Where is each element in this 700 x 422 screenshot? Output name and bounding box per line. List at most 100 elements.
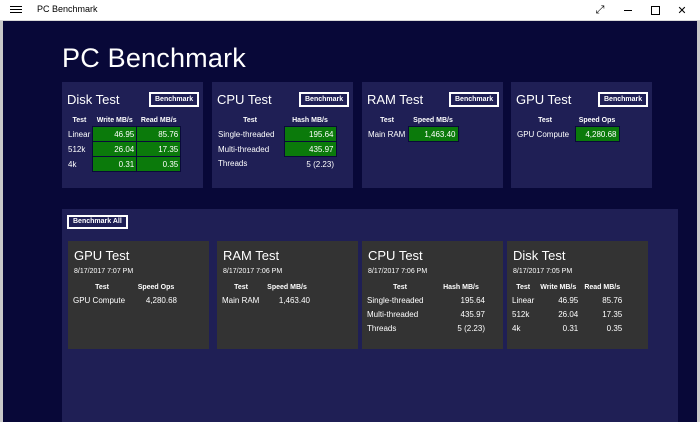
result-title: GPU Test [74, 248, 130, 263]
test-name: Threads [367, 323, 397, 333]
cpu-result-card: CPU Test 8/17/2017 7:06 PM Test Hash MB/… [362, 241, 503, 349]
write-value: 46.95 [92, 126, 138, 142]
column-header: Speed Ops [137, 284, 175, 291]
read-value: 17.35 [602, 309, 623, 319]
table-row: GPU Compute 4,280.68 [515, 126, 620, 142]
test-name: GPU Compute [517, 129, 570, 139]
ram-result-card: RAM Test 8/17/2017 7:06 PM Test Speed MB… [217, 241, 358, 349]
cpu-history-table: Test Hash MB/s Single-threaded 195.64 Mu… [365, 282, 487, 335]
test-name: Single-threaded [367, 295, 424, 305]
ram-history-table: Test Speed MB/s Main RAM 1,463.40 [220, 282, 312, 307]
test-name: Single-threaded [218, 129, 275, 139]
table-row: Main RAM 1,463.40 [366, 126, 459, 142]
result-timestamp: 8/17/2017 7:06 PM [223, 268, 283, 275]
column-header: Test [516, 284, 531, 291]
gpu-test-card: GPU Test Benchmark Test Speed Ops GPU Co… [511, 82, 652, 188]
column-header: Read MB/s [140, 117, 177, 124]
benchmark-all-button[interactable]: Benchmark All [67, 215, 128, 229]
write-value: 0.31 [92, 156, 138, 172]
card-title: Disk Test [67, 92, 120, 107]
disk-result-card: Disk Test 8/17/2017 7:05 PM Test Write M… [507, 241, 648, 349]
result-title: RAM Test [223, 248, 280, 263]
test-name: 4k [68, 159, 77, 169]
read-value: 85.76 [602, 295, 623, 305]
gpu-result-card: GPU Test 8/17/2017 7:07 PM Test Speed Op… [68, 241, 209, 349]
ops-value: 4,280.68 [145, 295, 177, 305]
expand-icon[interactable]: ⤢ [586, 0, 614, 20]
maximize-button[interactable] [641, 0, 669, 20]
hamburger-menu-icon[interactable] [10, 4, 22, 16]
column-header: Speed MB/s [413, 117, 453, 124]
result-title: Disk Test [513, 248, 566, 263]
test-name: Threads [218, 159, 248, 169]
table-row: Multi-threaded 435.97 [216, 141, 337, 157]
table-row: Multi-threaded 435.97 [365, 307, 487, 321]
write-value: 26.04 [92, 141, 138, 157]
test-name: Main RAM [222, 295, 260, 305]
table-row: Main RAM 1,463.40 [220, 293, 312, 307]
test-name: 4k [512, 323, 521, 333]
cpu-test-card: CPU Test Benchmark Test Hash MB/s Single… [212, 82, 353, 188]
column-header: Read MB/s [584, 284, 621, 291]
table-row: GPU Compute 4,280.68 [71, 293, 179, 307]
read-value: 17.35 [136, 141, 182, 157]
disk-benchmark-button[interactable]: Benchmark [149, 92, 200, 107]
write-value: 46.95 [558, 295, 579, 305]
column-header: Test [538, 117, 552, 125]
table-row: Single-threaded 195.64 [216, 126, 337, 142]
test-name: Multi-threaded [367, 309, 419, 319]
test-name: 512k [68, 144, 86, 154]
cpu-benchmark-button[interactable]: Benchmark [299, 92, 350, 107]
hash-value: 435.97 [283, 141, 337, 157]
column-header: Test [393, 284, 407, 291]
test-name: Linear [512, 295, 535, 305]
column-header: Test [243, 117, 257, 125]
disk-test-card: Disk Test Benchmark Test Write MB/s Read… [62, 82, 203, 188]
card-title: GPU Test [516, 92, 572, 107]
window-title: PC Benchmark [37, 4, 98, 14]
close-button[interactable]: ✕ [668, 0, 696, 20]
column-header: Test [72, 117, 87, 125]
column-header: Test [95, 284, 109, 291]
card-title: RAM Test [367, 92, 424, 107]
maximize-icon [650, 5, 660, 15]
result-timestamp: 8/17/2017 7:05 PM [513, 268, 573, 275]
result-timestamp: 8/17/2017 7:07 PM [74, 268, 134, 275]
card-title: CPU Test [217, 92, 272, 107]
write-value: 26.04 [558, 309, 579, 319]
column-header: Write MB/s [96, 117, 133, 124]
test-name: Main RAM [368, 129, 406, 139]
table-row: Threads 5 (2.23) [365, 321, 487, 335]
speed-value: 1,463.40 [278, 295, 310, 305]
test-name: Linear [68, 129, 91, 139]
cpu-results-table: Test Hash MB/s Single-threaded 195.64 Mu… [216, 115, 337, 171]
test-name: Multi-threaded [218, 144, 270, 154]
gpu-benchmark-button[interactable]: Benchmark [598, 92, 649, 107]
threads-value: 5 (2.23) [457, 323, 485, 333]
minimize-icon [624, 9, 632, 11]
threads-value: 5 (2.23) [306, 159, 334, 169]
read-value: 0.35 [606, 323, 623, 333]
column-header: Hash MB/s [443, 284, 479, 291]
column-header: Speed MB/s [267, 284, 307, 291]
title-bar: PC Benchmark ⤢ ✕ [0, 0, 700, 21]
ram-benchmark-button[interactable]: Benchmark [449, 92, 500, 107]
disk-results-table: Test Write MB/s Read MB/s Linear 46.95 8… [66, 115, 182, 172]
app-content: PC Benchmark Disk Test Benchmark Test Wr… [3, 21, 697, 422]
hash-value: 195.64 [283, 126, 337, 142]
test-name: 512k [512, 309, 530, 319]
column-header: Hash MB/s [292, 117, 328, 124]
column-header: Write MB/s [540, 284, 577, 291]
results-panel: Benchmark All GPU Test 8/17/2017 7:07 PM… [62, 209, 678, 422]
column-header: Test [380, 117, 394, 125]
table-row: Linear 46.95 85.76 [66, 126, 182, 142]
table-row: 4k 0.31 0.35 [510, 321, 624, 335]
result-title: CPU Test [368, 248, 423, 263]
gpu-history-table: Test Speed Ops GPU Compute 4,280.68 [71, 282, 179, 307]
write-value: 0.31 [562, 323, 579, 333]
table-row: Linear 46.95 85.76 [510, 293, 624, 307]
minimize-button[interactable] [614, 0, 642, 20]
column-header: Test [234, 284, 248, 291]
column-header: Speed Ops [578, 117, 616, 124]
read-value: 0.35 [136, 156, 182, 172]
